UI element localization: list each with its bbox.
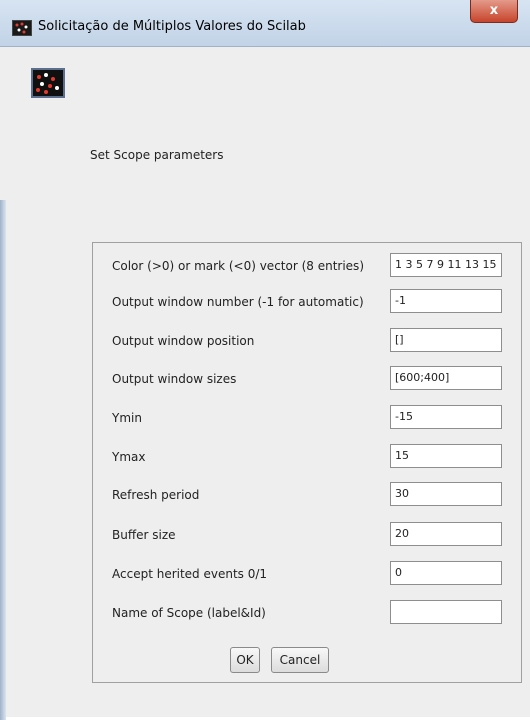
parameter-label: Output window sizes xyxy=(112,372,237,386)
parameter-label: Name of Scope (label&Id) xyxy=(112,606,266,620)
parameter-label: Ymin xyxy=(112,411,142,425)
parameter-label: Output window number (-1 for automatic) xyxy=(112,295,364,309)
parameter-input[interactable]: [] xyxy=(390,328,502,352)
parameter-input[interactable]: 15 xyxy=(390,444,502,468)
parameter-row: Color (>0) or mark (<0) vector (8 entrie… xyxy=(93,253,521,279)
parameter-input[interactable]: 20 xyxy=(390,522,502,546)
title-bar: Solicitação de Múltiplos Valores do Scil… xyxy=(0,0,530,47)
parameter-input[interactable]: 30 xyxy=(390,482,502,506)
window-left-edge xyxy=(0,200,6,720)
close-button[interactable]: x xyxy=(470,0,518,23)
parameter-label: Refresh period xyxy=(112,488,200,502)
cancel-button[interactable]: Cancel xyxy=(271,647,329,673)
parameter-row: Name of Scope (label&Id) xyxy=(93,600,521,626)
parameter-row: Output window number (-1 for automatic) … xyxy=(93,289,521,315)
scilab-scope-icon xyxy=(12,20,32,36)
window-title: Solicitação de Múltiplos Valores do Scil… xyxy=(38,19,306,34)
parameter-input[interactable]: [600;400] xyxy=(390,366,502,390)
parameter-label: Ymax xyxy=(112,450,146,464)
parameter-row: Output window position [] xyxy=(93,328,521,354)
parameter-row: Ymin -15 xyxy=(93,405,521,431)
parameters-panel: Color (>0) or mark (<0) vector (8 entrie… xyxy=(92,242,522,683)
parameter-row: Accept herited events 0/1 0 xyxy=(93,561,521,587)
parameter-row: Output window sizes [600;400] xyxy=(93,366,521,392)
parameter-input[interactable] xyxy=(390,600,502,624)
parameter-row: Refresh period 30 xyxy=(93,482,521,508)
scilab-scope-icon xyxy=(31,68,65,98)
ok-button[interactable]: OK xyxy=(230,647,260,673)
parameter-row: Buffer size 20 xyxy=(93,522,521,548)
parameter-input[interactable]: -15 xyxy=(390,405,502,429)
parameter-label: Accept herited events 0/1 xyxy=(112,567,268,581)
parameter-label: Output window position xyxy=(112,334,255,348)
parameter-input[interactable]: 1 3 5 7 9 11 13 15 xyxy=(390,253,502,277)
parameter-label: Color (>0) or mark (<0) vector (8 entrie… xyxy=(112,259,364,273)
parameter-label: Buffer size xyxy=(112,528,176,542)
dialog-window: Solicitação de Múltiplos Valores do Scil… xyxy=(0,0,530,720)
parameter-row: Ymax 15 xyxy=(93,444,521,470)
parameter-input[interactable]: -1 xyxy=(390,289,502,313)
dialog-heading: Set Scope parameters xyxy=(90,148,224,162)
parameter-input[interactable]: 0 xyxy=(390,561,502,585)
